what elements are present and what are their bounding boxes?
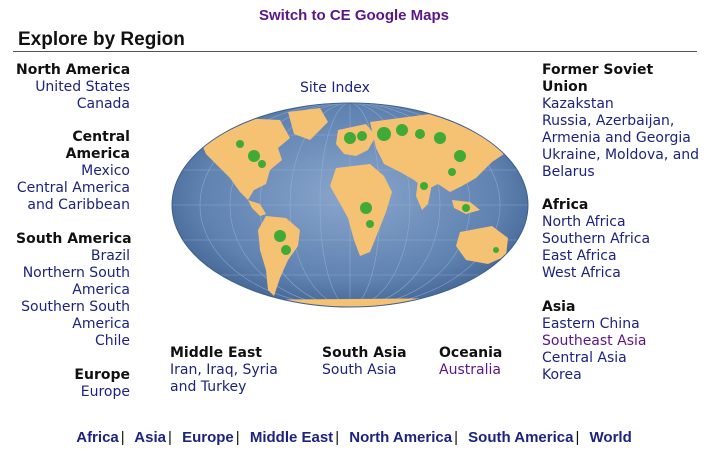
link-iran-iraq-syria-turkey[interactable]: Iran, Iraq, Syria and Turkey — [170, 362, 300, 396]
link-united-states[interactable]: United States — [16, 79, 130, 96]
region-middle-east: Middle East Iran, Iraq, Syria and Turkey — [170, 345, 300, 396]
region-asia: Asia Eastern China Southeast Asia Centra… — [542, 299, 646, 384]
link-southeast-asia[interactable]: Southeast Asia — [542, 333, 646, 350]
region-heading: Oceania — [439, 345, 503, 361]
world-map[interactable] — [170, 100, 530, 310]
link-brazil[interactable]: Brazil — [16, 248, 130, 265]
region-heading: North America — [16, 62, 131, 78]
nav-europe[interactable]: Europe — [182, 429, 234, 446]
region-africa: Africa North Africa Southern Africa East… — [542, 197, 650, 282]
region-heading: Asia — [542, 299, 576, 315]
region-former-soviet-union: Former Soviet Union Kazakstan Russia, Az… — [542, 62, 702, 181]
link-eastern-china[interactable]: Eastern China — [542, 316, 646, 333]
region-central-america: Central America Mexico Central America a… — [16, 129, 130, 214]
link-mexico[interactable]: Mexico — [16, 163, 130, 180]
title-divider — [13, 51, 697, 52]
nav-world[interactable]: World — [590, 429, 632, 446]
region-heading: South America — [16, 231, 132, 247]
region-heading: Middle East — [170, 345, 262, 361]
link-chile[interactable]: Chile — [16, 333, 130, 350]
region-oceania: Oceania Australia — [439, 345, 502, 379]
link-southern-africa[interactable]: Southern Africa — [542, 231, 650, 248]
region-heading: Central America — [65, 129, 130, 162]
region-heading: Europe — [74, 367, 130, 383]
page-title: Explore by Region — [18, 29, 185, 50]
nav-africa[interactable]: Africa — [76, 429, 119, 446]
switch-google-maps-link[interactable]: Switch to CE Google Maps — [0, 7, 708, 24]
link-central-america-caribbean[interactable]: Central America and Caribbean — [16, 180, 130, 214]
link-southern-south-america[interactable]: Southern South America — [16, 299, 130, 333]
region-europe: Europe Europe — [16, 367, 130, 401]
region-north-america: North America United States Canada — [16, 62, 130, 113]
nav-separator: | — [167, 429, 172, 446]
region-heading: South Asia — [322, 345, 407, 361]
link-canada[interactable]: Canada — [16, 96, 130, 113]
nav-separator: | — [335, 429, 340, 446]
region-south-america: South America Brazil Northern South Amer… — [16, 231, 132, 350]
link-australia[interactable]: Australia — [439, 362, 502, 379]
nav-middle-east[interactable]: Middle East — [250, 429, 333, 446]
link-ukraine-moldova-belarus[interactable]: Ukraine, Moldova, and Belarus — [542, 147, 702, 181]
site-index-link[interactable]: Site Index — [300, 80, 370, 96]
nav-separator: | — [454, 429, 458, 446]
nav-north-america[interactable]: North America — [349, 429, 452, 446]
nav-south-america[interactable]: South America — [468, 429, 573, 446]
link-kazakstan[interactable]: Kazakstan — [542, 96, 702, 113]
link-northern-south-america[interactable]: Northern South America — [16, 265, 130, 299]
link-central-asia[interactable]: Central Asia — [542, 350, 646, 367]
nav-separator: | — [575, 429, 580, 446]
link-west-africa[interactable]: West Africa — [542, 265, 650, 282]
link-korea[interactable]: Korea — [542, 367, 646, 384]
nav-asia[interactable]: Asia — [134, 429, 166, 446]
link-north-africa[interactable]: North Africa — [542, 214, 650, 231]
link-east-africa[interactable]: East Africa — [542, 248, 650, 265]
bottom-nav: Africa | Asia | Europe | Middle East | North… — [0, 429, 708, 446]
link-russia-azerbaijan-armenia-georgia[interactable]: Russia, Azerbaijan, Armenia and Georgia — [542, 113, 694, 147]
region-south-asia: South Asia South Asia — [322, 345, 407, 379]
nav-separator: | — [235, 429, 240, 446]
link-south-asia[interactable]: South Asia — [322, 362, 407, 379]
nav-separator: | — [120, 429, 125, 446]
link-europe[interactable]: Europe — [16, 384, 130, 401]
region-heading: Africa — [542, 197, 589, 213]
region-heading: Former Soviet Union — [542, 62, 654, 95]
